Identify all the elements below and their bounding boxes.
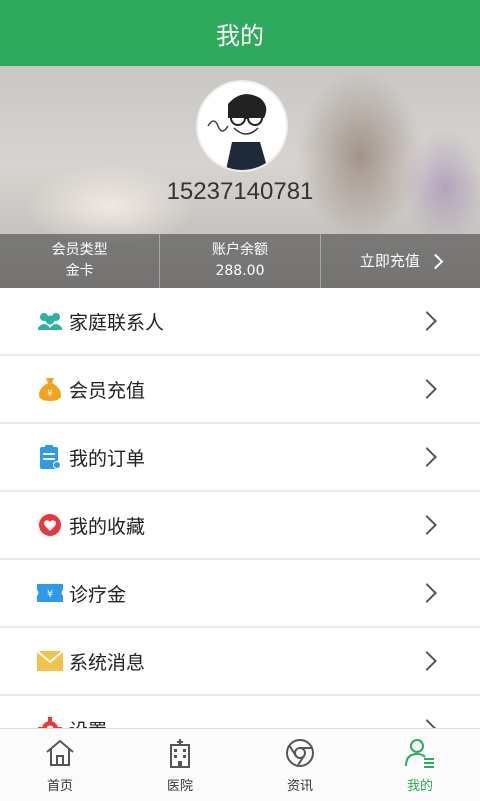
- svg-text:¥: ¥: [47, 389, 53, 399]
- chevron-right-icon: [417, 379, 437, 399]
- chevron-right-icon: [417, 447, 437, 467]
- tab-mine[interactable]: 我的: [360, 729, 480, 801]
- menu-item-label: 我的收藏: [69, 515, 146, 538]
- menu-item-member-recharge[interactable]: ¥ 会员充值: [0, 356, 480, 424]
- member-type-value: 金卡: [65, 263, 94, 279]
- menu-item-label: 诊疗金: [69, 583, 127, 606]
- menu-item-label: 系统消息: [69, 651, 146, 674]
- menu-item-label: 家庭联系人: [69, 311, 165, 334]
- page-title: 我的: [216, 21, 264, 50]
- heart-icon: [37, 512, 63, 538]
- hospital-icon: [170, 739, 190, 768]
- menu-item-treatment-fund[interactable]: ¥ 诊疗金: [0, 560, 480, 628]
- envelope-icon: [37, 648, 63, 674]
- tab-news[interactable]: 资讯: [240, 729, 360, 801]
- chevron-right-icon: [427, 253, 444, 269]
- menu-item-label: 我的订单: [69, 447, 146, 470]
- menu-list: 家庭联系人 ¥ 会员充值 我的订单 我的收藏 ¥ 诊疗金 系统消息: [0, 288, 480, 764]
- money-bag-icon: ¥: [37, 376, 63, 402]
- balance-label: 账户余额: [211, 242, 268, 258]
- account-stats-bar: 会员类型 金卡 账户余额 288.00 立即充值: [0, 234, 480, 288]
- user-icon: [405, 739, 434, 768]
- member-type-label: 会员类型: [51, 242, 108, 258]
- page-header: 我的: [0, 0, 480, 66]
- profile-banner: 15237140781 会员类型 金卡 账户余额 288.00 立即充值: [0, 66, 480, 288]
- news-icon: [286, 739, 314, 767]
- family-contacts-icon: [37, 308, 63, 334]
- phone-number: 15237140781: [166, 178, 314, 205]
- chevron-right-icon: [417, 311, 437, 331]
- bottom-tab-bar: 首页 医院 资讯 我的: [0, 728, 480, 801]
- tab-home[interactable]: 首页: [0, 729, 120, 801]
- menu-item-favorites[interactable]: 我的收藏: [0, 492, 480, 560]
- recharge-now-button[interactable]: 立即充值: [321, 234, 480, 288]
- chevron-right-icon: [417, 583, 437, 603]
- recharge-now-label: 立即充值: [359, 251, 420, 270]
- menu-item-my-orders[interactable]: 我的订单: [0, 424, 480, 492]
- balance-value: 288.00: [215, 263, 265, 279]
- chevron-right-icon: [417, 651, 437, 671]
- menu-item-family-contacts[interactable]: 家庭联系人: [0, 288, 480, 356]
- tab-label: 我的: [406, 779, 433, 794]
- tab-label: 资讯: [286, 779, 313, 794]
- member-type-stat: 会员类型 金卡: [0, 234, 161, 288]
- chevron-right-icon: [417, 515, 437, 535]
- avatar[interactable]: [196, 80, 288, 172]
- balance-stat: 账户余额 288.00: [160, 234, 321, 288]
- tab-label: 医院: [166, 779, 193, 794]
- ticket-icon: ¥: [37, 580, 63, 606]
- svg-text:¥: ¥: [47, 589, 53, 600]
- menu-item-label: 会员充值: [69, 379, 146, 402]
- home-icon: [46, 739, 74, 766]
- menu-item-system-messages[interactable]: 系统消息: [0, 628, 480, 696]
- order-clipboard-icon: [37, 444, 63, 470]
- tab-hospital[interactable]: 医院: [120, 729, 240, 801]
- tab-label: 首页: [46, 779, 73, 794]
